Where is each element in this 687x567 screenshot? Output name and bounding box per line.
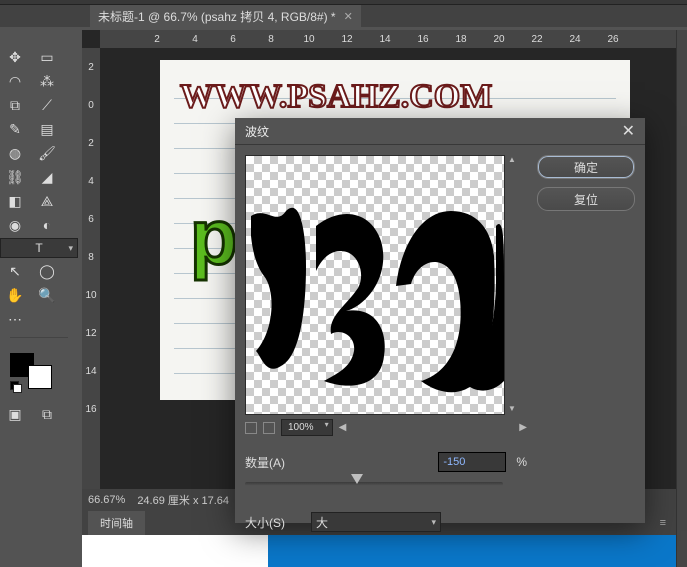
- preview-nav-prev-icon[interactable]: ◀: [339, 422, 347, 433]
- panel-menu-icon[interactable]: ≡: [660, 517, 666, 529]
- bucket-tool-icon[interactable]: ⟁: [32, 190, 62, 212]
- stamp-tool-icon[interactable]: ⛓: [0, 166, 30, 188]
- preview-zoom-select[interactable]: 100%: [281, 419, 333, 436]
- ripple-dialog: 波纹 ✕ ▲ ▼: [235, 118, 645, 523]
- type-tool-icon[interactable]: T: [0, 238, 78, 258]
- watermark-text: WWW.PSAHZ.COM: [180, 78, 492, 116]
- more-tool-icon[interactable]: ⋯: [0, 308, 30, 330]
- screenmode-icon[interactable]: ⧉: [32, 403, 62, 425]
- preview-scroll-down-icon[interactable]: ▼: [508, 404, 516, 413]
- preview-scroll-up-icon[interactable]: ▲: [508, 155, 516, 164]
- quickmask-icon[interactable]: ▣: [0, 403, 30, 425]
- color-swatch[interactable]: [10, 353, 68, 393]
- close-tab-icon[interactable]: ✕: [344, 10, 353, 23]
- eraser-tool-icon[interactable]: ◢: [32, 166, 62, 188]
- move-tool-icon[interactable]: ✥: [0, 46, 30, 68]
- amount-unit: %: [516, 455, 527, 469]
- brush-tool-icon[interactable]: 🖌: [32, 142, 62, 164]
- wand-tool-icon[interactable]: ⁂: [32, 70, 62, 92]
- filter-preview[interactable]: [245, 155, 505, 415]
- amount-input[interactable]: -150: [438, 452, 506, 472]
- toolbox: ✥ ▭ ◠ ⁂ ⧉ ⟋ ✎ ▤ ◍ 🖌 ⛓ ◢ ◧ ⟁ ◉ ◐ T ↖ ◯ ✋: [0, 30, 78, 567]
- path-tool-icon[interactable]: ↖: [0, 260, 30, 282]
- ruler-horizontal: 2468101214161820222426: [100, 30, 676, 48]
- dialog-close-icon[interactable]: ✕: [622, 121, 635, 141]
- ruler-vertical: 20246810121416: [82, 48, 100, 507]
- shape-tool-icon[interactable]: ◯: [32, 260, 62, 282]
- preview-toggle-2[interactable]: [263, 422, 275, 434]
- right-panel-strip[interactable]: [676, 30, 687, 567]
- timeline-tab[interactable]: 时间轴: [88, 511, 145, 535]
- status-zoom[interactable]: 66.67%: [88, 494, 125, 506]
- preview-nav-next-icon[interactable]: ▶: [519, 422, 527, 433]
- ruler-tool-icon[interactable]: ▤: [32, 118, 62, 140]
- default-colors-icon[interactable]: [10, 381, 20, 391]
- gradient-tool-icon[interactable]: ◧: [0, 190, 30, 212]
- marquee-tool-icon[interactable]: ▭: [32, 46, 62, 68]
- hand-tool-icon[interactable]: ✋: [0, 284, 30, 306]
- zoom-tool-icon[interactable]: 🔍: [32, 284, 62, 306]
- amount-slider[interactable]: [245, 476, 503, 490]
- healing-tool-icon[interactable]: ◍: [0, 142, 30, 164]
- preview-toggle-1[interactable]: [245, 422, 257, 434]
- lasso-tool-icon[interactable]: ◠: [0, 70, 30, 92]
- eyedropper-tool-icon[interactable]: ✎: [0, 118, 30, 140]
- dodge-tool-icon[interactable]: ◐: [32, 214, 62, 236]
- document-tab[interactable]: 未标题-1 @ 66.7% (psahz 拷贝 4, RGB/8#) * ✕: [90, 5, 361, 27]
- slice-tool-icon[interactable]: ⟋: [32, 94, 62, 116]
- amount-label: 数量(A): [245, 454, 301, 471]
- reset-button[interactable]: 复位: [537, 187, 635, 211]
- size-select[interactable]: 大: [311, 512, 441, 532]
- size-label: 大小(S): [245, 514, 301, 531]
- dialog-title: 波纹: [245, 123, 269, 140]
- ok-button[interactable]: 确定: [537, 155, 635, 179]
- green-letter: p: [190, 192, 238, 283]
- status-dimensions: 24.69 厘米 x 17.64: [137, 492, 229, 508]
- blur-tool-icon[interactable]: ◉: [0, 214, 30, 236]
- foreground-color-swatch[interactable]: [28, 365, 52, 389]
- tab-title: 未标题-1 @ 66.7% (psahz 拷贝 4, RGB/8#) *: [98, 8, 336, 25]
- crop-tool-icon[interactable]: ⧉: [0, 94, 30, 116]
